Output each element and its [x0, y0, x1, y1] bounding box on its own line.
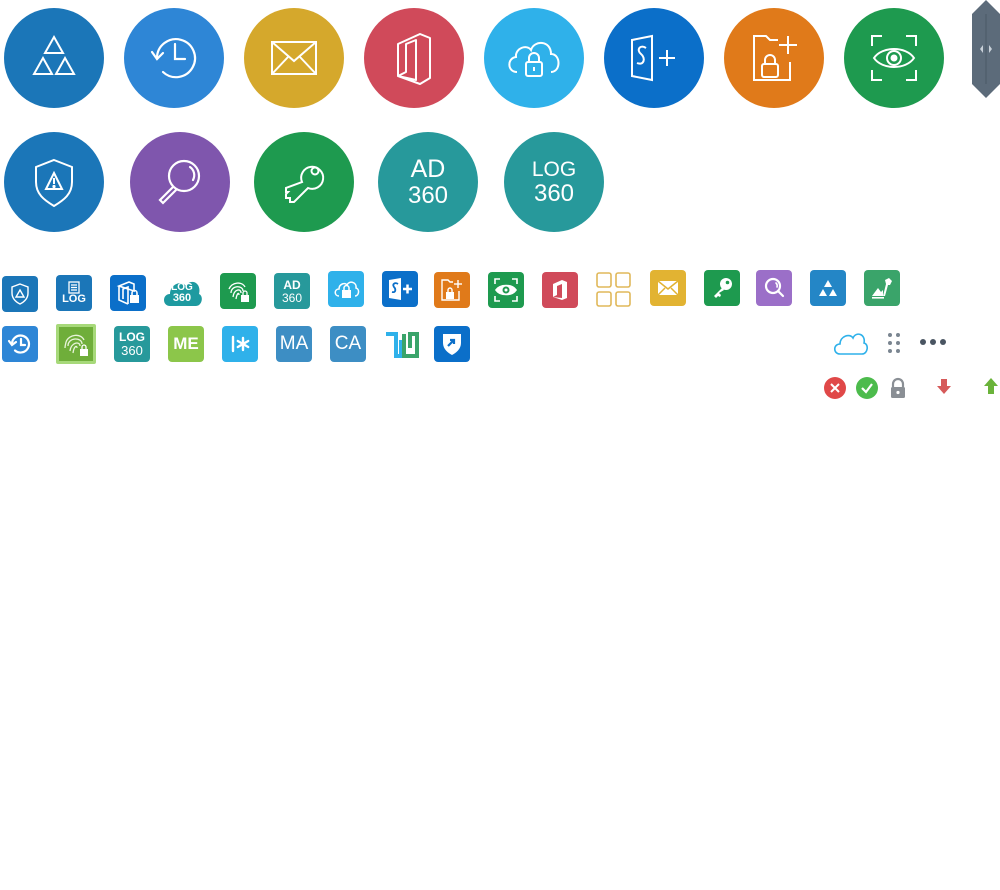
shield-alert-small-icon[interactable] — [2, 276, 38, 312]
shield-alert-icon[interactable] — [4, 132, 104, 232]
office-lock-icon[interactable] — [110, 275, 146, 311]
shield-badge-icon[interactable] — [434, 326, 470, 362]
history-small-icon[interactable] — [2, 326, 38, 362]
folder-lock-plus-small-icon[interactable] — [434, 272, 470, 308]
history-clock-icon[interactable] — [124, 8, 224, 108]
key-small-icon[interactable] — [704, 270, 740, 306]
magnifier-icon[interactable] — [130, 132, 230, 232]
ad360-line1: AD — [410, 154, 446, 183]
grid-apps-icon[interactable] — [596, 272, 632, 308]
ad360-line2: 360 — [407, 181, 449, 209]
more-options-icon[interactable] — [918, 335, 948, 347]
me-icon[interactable]: ME — [168, 326, 204, 362]
collapse-handle[interactable] — [972, 0, 1000, 98]
ad360-icon[interactable]: AD 360 — [378, 132, 478, 232]
log360-small-icon[interactable]: LOG 360 — [114, 326, 150, 362]
ma-label: MA — [279, 333, 309, 354]
office-small-icon[interactable] — [542, 272, 578, 308]
password-asterisk-icon[interactable] — [222, 326, 258, 362]
key-icon[interactable] — [254, 132, 354, 232]
ma-icon[interactable]: MA — [276, 326, 312, 362]
envelope-small-icon[interactable] — [650, 270, 686, 306]
ca-icon[interactable]: CA — [330, 326, 366, 362]
success-check-icon[interactable] — [856, 377, 878, 399]
log-doc-icon[interactable]: LOG — [56, 275, 92, 311]
envelope-icon[interactable] — [244, 8, 344, 108]
log-doc-label: LOG — [62, 293, 86, 305]
log360-cloud-line2: 360 — [172, 292, 192, 304]
log360-small-line1: LOG — [119, 330, 145, 344]
log360-cloud-icon[interactable]: LOG 360 — [162, 274, 202, 310]
fingerprint-green-icon[interactable] — [56, 324, 96, 364]
log360-icon[interactable]: LOG 360 — [504, 132, 604, 232]
magnifier-small-icon[interactable] — [756, 270, 792, 306]
ad360-small-line2: 360 — [281, 290, 303, 305]
log360-line1: LOG — [531, 157, 577, 181]
triangles-icon[interactable] — [4, 8, 104, 108]
eye-scan-small-icon[interactable] — [488, 272, 524, 308]
arrow-down-icon[interactable] — [936, 378, 952, 396]
connector-logo-icon[interactable] — [384, 326, 420, 362]
eye-scan-icon[interactable] — [844, 8, 944, 108]
me-label: ME — [173, 334, 199, 353]
fingerprint-lock-icon[interactable] — [220, 273, 256, 309]
tools-chart-icon[interactable] — [864, 270, 900, 306]
cloud-lock-icon[interactable] — [484, 8, 584, 108]
triangles-small-icon[interactable] — [810, 270, 846, 306]
log360-line2: 360 — [533, 179, 575, 207]
ca-label: CA — [334, 333, 362, 354]
sharepoint-plus-small-icon[interactable] — [382, 271, 418, 307]
ad360-small-line1: AD — [283, 277, 301, 292]
error-x-icon[interactable] — [824, 377, 846, 399]
cloud-outline-icon[interactable] — [832, 328, 868, 358]
lock-icon[interactable] — [889, 377, 907, 399]
arrow-up-icon[interactable] — [983, 377, 999, 395]
cloud-lock-small-icon[interactable] — [328, 271, 364, 307]
drag-dots-icon[interactable] — [886, 331, 902, 355]
sharepoint-plus-icon[interactable] — [604, 8, 704, 108]
ad360-small-icon[interactable]: AD 360 — [274, 273, 310, 309]
folder-lock-plus-icon[interactable] — [724, 8, 824, 108]
log360-small-line2: 360 — [121, 343, 143, 358]
office-door-icon[interactable] — [364, 8, 464, 108]
